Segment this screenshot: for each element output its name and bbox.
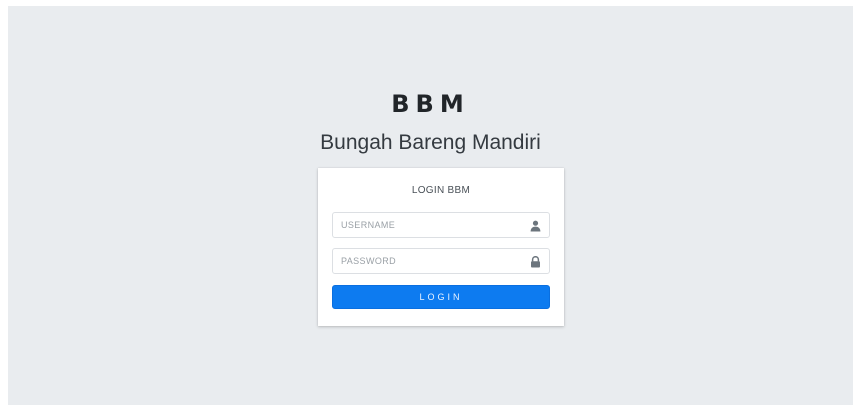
brand-logo: BBM	[391, 90, 470, 118]
brand-subtitle: Bungah Bareng Mandiri	[320, 131, 541, 154]
lock-icon	[530, 255, 541, 268]
user-icon	[530, 219, 541, 232]
username-input[interactable]	[333, 213, 531, 237]
login-button[interactable]: LOGIN	[332, 285, 550, 309]
login-card-title: LOGIN BBM	[411, 185, 471, 196]
password-input[interactable]	[333, 249, 531, 273]
login-page-background: BBM Bungah Bareng Mandiri LOGIN BBM LOGI…	[8, 6, 853, 405]
password-field	[332, 248, 550, 274]
username-field	[332, 212, 550, 238]
login-card: LOGIN BBM LOGIN	[318, 168, 564, 326]
